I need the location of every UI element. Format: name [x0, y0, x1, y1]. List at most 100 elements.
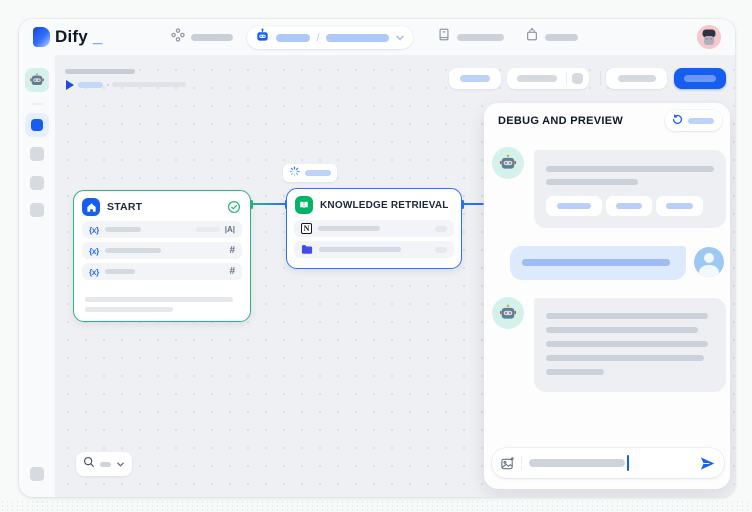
- number-type-icon: #: [229, 245, 235, 256]
- message-line-placeholder: [546, 369, 604, 375]
- knowledge-source-row: [294, 241, 454, 258]
- restart-icon: [672, 112, 683, 130]
- nav-plugins-label-placeholder: [545, 34, 578, 41]
- bot-avatar: [492, 297, 524, 329]
- var-value-placeholder: [196, 227, 220, 232]
- app-window: Dify _ /: [19, 19, 735, 497]
- suggested-reply-button[interactable]: [606, 196, 652, 216]
- start-node[interactable]: START {x} |A| {x} #: [73, 190, 251, 322]
- suggested-reply-button[interactable]: [546, 196, 602, 216]
- var-name-placeholder: [105, 227, 141, 232]
- sidebar-item-workflow-active[interactable]: [25, 113, 49, 137]
- home-icon: [82, 198, 100, 216]
- user-avatar[interactable]: [697, 25, 721, 49]
- var-name-placeholder: [105, 248, 161, 253]
- chevron-down-icon: [395, 33, 405, 43]
- chevron-down-icon: [116, 460, 125, 469]
- dify-logo[interactable]: Dify _: [33, 27, 102, 47]
- bot-avatar: [492, 147, 524, 179]
- nav-plugins[interactable]: [525, 27, 578, 47]
- zoom-control[interactable]: [76, 452, 132, 476]
- left-sidebar: [19, 55, 55, 497]
- nav-explore-label-placeholder: [191, 34, 233, 41]
- send-button[interactable]: [699, 455, 716, 472]
- message-line-placeholder: [546, 327, 698, 333]
- user-chat-avatar: [694, 247, 724, 277]
- text-cursor: [627, 455, 629, 471]
- sidebar-item-placeholder-3[interactable]: [30, 203, 44, 217]
- app-switcher[interactable]: /: [247, 26, 413, 49]
- start-node-header: START: [74, 191, 250, 221]
- var-name-placeholder: [105, 269, 135, 274]
- message-line-placeholder: [546, 355, 704, 361]
- explore-icon: [171, 28, 185, 47]
- message-line-placeholder: [546, 166, 714, 172]
- bottom-texture: [0, 500, 752, 512]
- knowledge-source-row: N: [294, 220, 454, 237]
- knowledge-retrieval-node[interactable]: KNOWLEDGE RETRIEVAL N: [286, 188, 462, 269]
- breadcrumb-separator: /: [316, 32, 319, 44]
- dify-logo-icon: [33, 27, 50, 47]
- app-robot-icon: [255, 28, 270, 48]
- message-line-placeholder: [546, 341, 708, 347]
- message-line-placeholder: [546, 179, 638, 185]
- panel-title: DEBUG AND PREVIEW: [498, 115, 623, 127]
- bot-message-bubble: [534, 150, 726, 228]
- nav-docs[interactable]: [437, 27, 504, 47]
- suggested-reply-placeholder: [557, 203, 591, 209]
- source-name-placeholder: [319, 247, 401, 252]
- dify-logo-text: Dify: [55, 27, 88, 47]
- restart-label-placeholder: [688, 118, 714, 124]
- sidebar-item-placeholder-1[interactable]: [30, 147, 44, 161]
- nav-explore[interactable]: [171, 27, 233, 47]
- image-upload-icon[interactable]: [500, 456, 515, 471]
- node-desc-placeholder: [85, 307, 173, 312]
- nav-docs-label-placeholder: [457, 34, 504, 41]
- person-icon: [704, 253, 714, 263]
- notion-icon: N: [301, 223, 312, 234]
- input-divider: [521, 456, 522, 470]
- number-type-icon: #: [229, 266, 235, 277]
- node-running-status-chip[interactable]: [283, 164, 337, 182]
- user-message-bubble: [510, 246, 686, 280]
- variable-icon: {x}: [89, 246, 99, 256]
- folder-icon: [301, 244, 313, 255]
- bot-message-bubble: [534, 298, 726, 392]
- start-var-row: {x} #: [82, 242, 242, 259]
- chat-input[interactable]: [492, 448, 724, 478]
- spinner-icon: [289, 164, 300, 182]
- sidebar-divider: [31, 103, 43, 105]
- dify-logo-underscore: _: [93, 27, 102, 47]
- running-label-placeholder: [305, 170, 331, 176]
- check-circle-icon: [227, 200, 241, 214]
- workflow-icon: [31, 119, 43, 131]
- string-type-icon: |A|: [225, 225, 235, 234]
- suggested-reply-placeholder: [616, 203, 642, 209]
- sidebar-item-placeholder-bottom[interactable]: [30, 467, 44, 481]
- start-node-title: START: [107, 201, 142, 213]
- suggested-reply-button[interactable]: [656, 196, 703, 216]
- node-desc-placeholder: [85, 297, 233, 302]
- app-name-placeholder: [326, 34, 389, 42]
- sidebar-item-placeholder-2[interactable]: [30, 176, 44, 190]
- source-count-chip: [435, 247, 447, 253]
- message-line-placeholder: [546, 313, 708, 319]
- start-var-row: {x} #: [82, 263, 242, 280]
- docs-icon: [437, 27, 451, 47]
- user-message-placeholder: [522, 259, 670, 266]
- source-count-chip: [435, 226, 447, 232]
- restart-button[interactable]: [665, 110, 722, 131]
- variable-icon: {x}: [89, 225, 99, 235]
- robot-emoji-icon: [29, 72, 45, 88]
- sidebar-app-icon[interactable]: [25, 68, 49, 92]
- knowledge-node-header: KNOWLEDGE RETRIEVAL: [287, 189, 461, 219]
- top-header: Dify _ /: [19, 19, 735, 55]
- start-var-row: {x} |A|: [82, 221, 242, 238]
- plugins-icon: [525, 27, 539, 47]
- suggested-reply-placeholder: [666, 203, 693, 209]
- debug-preview-panel: DEBUG AND PREVIEW: [484, 103, 730, 489]
- source-name-placeholder: [318, 226, 380, 231]
- knowledge-node-title: KNOWLEDGE RETRIEVAL: [320, 200, 449, 211]
- variable-icon: {x}: [89, 267, 99, 277]
- open-book-icon: [295, 196, 313, 214]
